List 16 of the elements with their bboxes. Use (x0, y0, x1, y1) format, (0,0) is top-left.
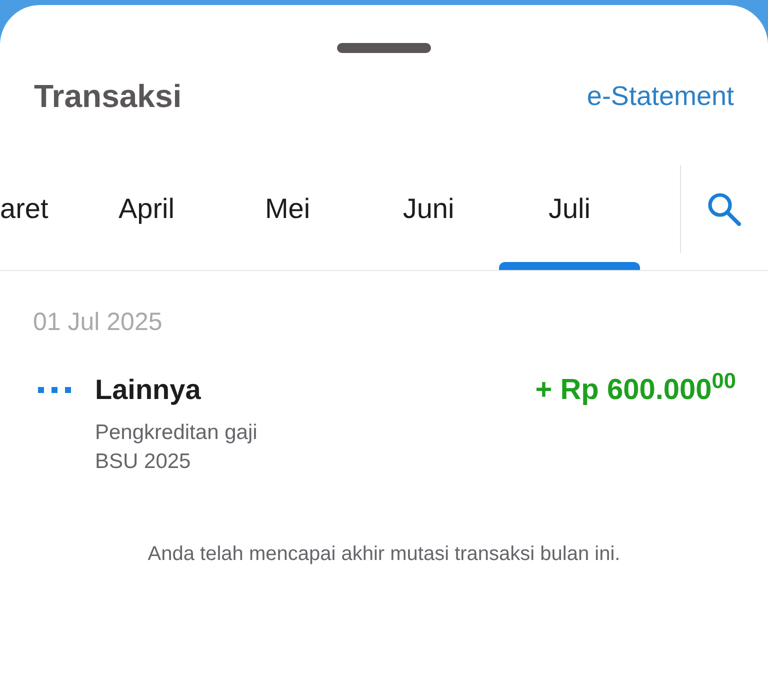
drag-handle[interactable] (337, 43, 431, 53)
transaction-description: Pengkreditan gaji BSU 2025 (95, 420, 258, 475)
transaction-category: Lainnya (95, 373, 201, 407)
search-icon (707, 192, 741, 226)
end-of-list-message: Anda telah mencapai akhir mutasi transaksi bulan ini. (148, 542, 620, 567)
search-button[interactable] (707, 192, 741, 226)
transaction-date: 01 Jul 2025 (33, 307, 162, 338)
three-dots-icon (38, 387, 71, 393)
month-tab[interactable]: April (76, 160, 217, 270)
month-tab[interactable]: aret (0, 160, 76, 270)
month-tab[interactable]: Juni (358, 160, 499, 270)
month-tab[interactable]: Mei (217, 160, 358, 270)
e-statement-link[interactable]: e-Statement (586, 76, 734, 116)
month-tab[interactable]: Juli (499, 160, 640, 270)
transaction-amount: + Rp 600.000$^{00}$ (535, 372, 736, 408)
page-title: Transaksi (34, 77, 182, 116)
